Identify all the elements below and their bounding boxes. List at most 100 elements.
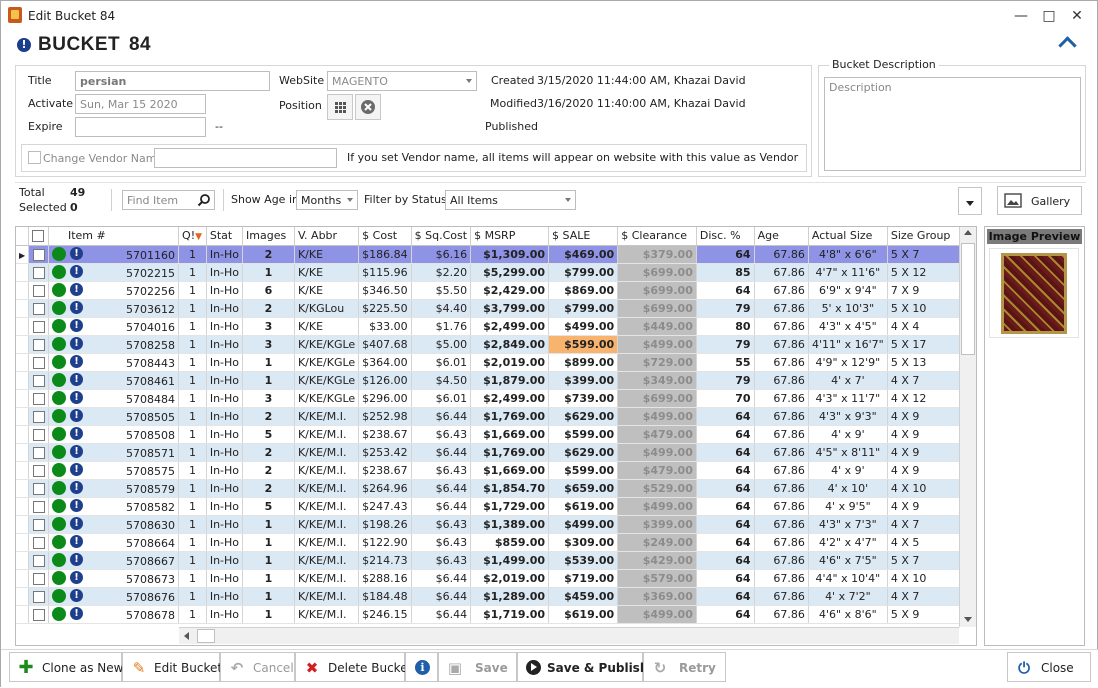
col-header-stat[interactable]: Stat	[206, 227, 244, 246]
change-vendor-checkbox[interactable]	[28, 151, 41, 164]
vendor-name-input[interactable]	[154, 148, 337, 168]
expire-date-field[interactable]	[75, 117, 206, 137]
info-icon[interactable]: !	[69, 427, 83, 440]
table-row[interactable]: ! 5708582 1 In-Ho 5 K/KE/M.I. $247.43 $6.44 $1,7…	[16, 497, 976, 516]
row-checkbox[interactable]	[28, 479, 49, 498]
scroll-thumb-h[interactable]	[197, 629, 215, 643]
info-icon[interactable]: !	[69, 337, 83, 350]
info-icon[interactable]: !	[69, 445, 83, 458]
table-row[interactable]: ! 5708443 1 In-Ho 1 K/KE/KGLe $364.00 $6.01 $2,0…	[16, 353, 976, 372]
info-icon[interactable]: !	[69, 409, 83, 422]
scroll-thumb[interactable]	[961, 243, 975, 355]
row-checkbox[interactable]	[28, 299, 49, 318]
checkbox[interactable]	[32, 590, 45, 603]
row-checkbox[interactable]	[28, 371, 49, 390]
horizontal-scrollbar[interactable]	[179, 627, 959, 644]
table-row[interactable]: ! 5703612 1 In-Ho 2 K/KGLou $225.50 $4.40 $3,799…	[16, 299, 976, 318]
close-button[interactable]: ⏻ Close	[1007, 652, 1091, 682]
row-checkbox[interactable]	[28, 281, 49, 300]
checkbox[interactable]	[32, 284, 45, 297]
col-header-msrp[interactable]: $ MSRP	[470, 227, 550, 246]
position-clear-button[interactable]	[355, 94, 381, 120]
checkbox[interactable]	[32, 554, 45, 567]
cancel-button[interactable]: ↶ Cancel	[220, 652, 295, 682]
rug-thumbnail[interactable]	[989, 248, 1079, 338]
checkbox[interactable]	[32, 392, 45, 405]
table-row[interactable]: ! 5708508 1 In-Ho 5 K/KE/M.I. $238.67 $6.43 $1,6…	[16, 425, 976, 444]
checkbox[interactable]	[32, 374, 45, 387]
status-filter-select[interactable]: All Items	[445, 190, 576, 210]
website-select[interactable]: MAGENTO	[327, 71, 477, 91]
col-header-disc[interactable]: Disc. %	[696, 227, 755, 246]
checkbox[interactable]	[32, 266, 45, 279]
checkbox[interactable]	[32, 500, 45, 513]
checkbox[interactable]	[32, 608, 45, 621]
scroll-left-icon[interactable]	[184, 632, 189, 640]
info-icon[interactable]: !	[69, 373, 83, 386]
row-checkbox[interactable]	[28, 587, 49, 606]
checkbox[interactable]	[32, 302, 45, 315]
table-row[interactable]: ! 5708664 1 In-Ho 1 K/KE/M.I. $122.90 $6.43 $859…	[16, 533, 976, 552]
table-row[interactable]: ! 5704016 1 In-Ho 3 K/KE $33.00 $1.76 $2,499.00 $…	[16, 317, 976, 336]
find-item-input[interactable]: Find Item	[122, 190, 215, 210]
info-icon[interactable]: !	[69, 535, 83, 548]
delete-bucket-button[interactable]: ✖ Delete Bucket	[295, 652, 412, 682]
row-checkbox[interactable]	[28, 245, 49, 264]
table-row[interactable]: ! 5708505 1 In-Ho 2 K/KE/M.I. $252.98 $6.44 $1,7…	[16, 407, 976, 426]
info-icon[interactable]: !	[69, 391, 83, 404]
maximize-button[interactable]: □	[1036, 5, 1062, 27]
row-checkbox[interactable]	[28, 263, 49, 282]
table-row[interactable]: ! 5708673 1 In-Ho 1 K/KE/M.I. $288.16 $6.44 $2,0…	[16, 569, 976, 588]
table-row[interactable]: ! 5708461 1 In-Ho 1 K/KE/KGLe $126.00 $4.50 $1,8…	[16, 371, 976, 390]
col-header-images[interactable]: Images	[242, 227, 295, 246]
info-icon[interactable]: !	[69, 589, 83, 602]
checkbox[interactable]	[32, 320, 45, 333]
table-row[interactable]: ! 5708667 1 In-Ho 1 K/KE/M.I. $214.73 $6.43 $1,4…	[16, 551, 976, 570]
table-row[interactable]: ! 5708678 1 In-Ho 1 K/KE/M.I. $246.15 $6.44 $1,7…	[16, 605, 976, 624]
edit-bucket-button[interactable]: ✎ Edit Bucket	[122, 652, 222, 682]
info-icon[interactable]: !	[69, 607, 83, 620]
table-row[interactable]: ! 5702215 1 In-Ho 1 K/KE $115.96 $2.20 $5,299.00…	[16, 263, 976, 282]
table-row[interactable]: ! 5702256 1 In-Ho 6 K/KE $346.50 $5.50 $2,429.00…	[16, 281, 976, 300]
table-row[interactable]: ! 5708676 1 In-Ho 1 K/KE/M.I. $184.48 $6.44 $1,2…	[16, 587, 976, 606]
col-header-clearance[interactable]: $ Clearance	[617, 227, 697, 246]
info-icon[interactable]: !	[69, 355, 83, 368]
row-checkbox[interactable]	[28, 425, 49, 444]
gallery-button[interactable]: Gallery	[997, 186, 1082, 215]
row-checkbox[interactable]	[28, 407, 49, 426]
row-checkbox[interactable]	[28, 497, 49, 516]
col-header-cost[interactable]: $ Cost	[358, 227, 412, 246]
checkbox[interactable]	[32, 356, 45, 369]
table-row[interactable]: ▶! 5701160 1 In-Ho 2 K/KE $186.84 $6.16 $1,309.0…	[16, 245, 976, 264]
info-icon[interactable]: !	[69, 481, 83, 494]
info-icon[interactable]: !	[69, 499, 83, 512]
col-header-size[interactable]: Actual Size	[808, 227, 888, 246]
checkbox[interactable]	[32, 518, 45, 531]
clone-as-new-button[interactable]: ✚ Clone as New	[9, 652, 123, 682]
checkbox[interactable]	[32, 446, 45, 459]
info-icon[interactable]: !	[69, 319, 83, 332]
col-header-q[interactable]: Q!▼	[178, 227, 207, 246]
table-row[interactable]: ! 5708579 1 In-Ho 2 K/KE/M.I. $264.96 $6.44 $1,8…	[16, 479, 976, 498]
row-checkbox[interactable]	[28, 335, 49, 354]
info-icon[interactable]: !	[69, 463, 83, 476]
checkbox[interactable]	[32, 536, 45, 549]
description-textarea[interactable]: Description	[824, 77, 1081, 171]
select-all-checkbox[interactable]	[28, 227, 49, 246]
age-unit-select[interactable]: Months	[296, 190, 358, 210]
col-header-item[interactable]: Item #	[48, 227, 180, 246]
minimize-button[interactable]: —	[1008, 5, 1034, 27]
vertical-scrollbar[interactable]	[959, 227, 976, 627]
col-header-sale[interactable]: $ SALE	[548, 227, 619, 246]
row-checkbox[interactable]	[28, 443, 49, 462]
toolbar-dropdown-button[interactable]	[958, 187, 982, 215]
info-icon[interactable]: !	[69, 553, 83, 566]
table-row[interactable]: ! 5708630 1 In-Ho 1 K/KE/M.I. $198.26 $6.43 $1,3…	[16, 515, 976, 534]
row-checkbox[interactable]	[28, 389, 49, 408]
info-icon[interactable]: !	[69, 517, 83, 530]
scroll-up-icon[interactable]	[964, 230, 972, 235]
row-checkbox[interactable]	[28, 533, 49, 552]
retry-button[interactable]: ↻ Retry	[643, 652, 726, 682]
info-icon[interactable]: !	[69, 247, 83, 260]
checkbox[interactable]	[32, 572, 45, 585]
